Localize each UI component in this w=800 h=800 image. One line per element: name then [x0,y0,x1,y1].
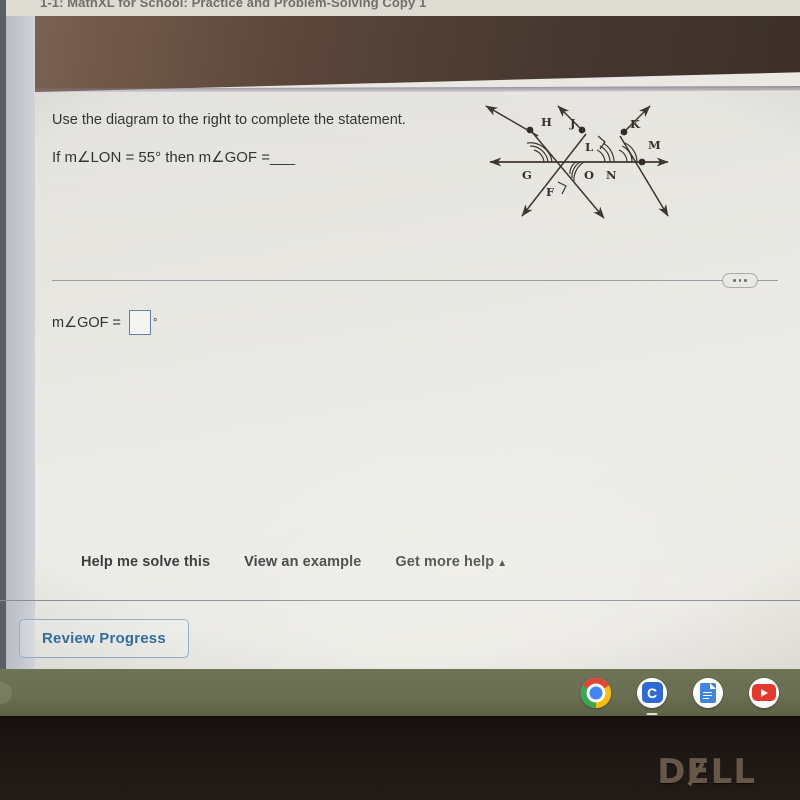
browser-tab-title[interactable]: 1-1: MathXL for School: Practice and Pro… [40,0,426,10]
photo-vignette [35,92,800,669]
caret-up-icon: ▲ [497,558,508,569]
svg-text:O: O [584,168,594,182]
screen-glare-band [35,16,800,92]
chrome-icon[interactable] [581,677,611,708]
answer-angle-name: GOF [77,314,109,331]
help-me-solve-this-link[interactable]: Help me solve this [81,554,210,570]
svg-text:L: L [585,140,593,154]
google-docs-icon[interactable] [693,677,723,708]
view-an-example-link[interactable]: View an example [244,554,361,570]
svg-text:M: M [648,138,661,152]
youtube-play-shape [752,684,776,701]
help-links-row: Help me solve this View an example Get m… [35,554,800,570]
chromeos-shelf: C [0,669,800,716]
dell-letter-d: D [657,752,687,792]
ellipsis-dot-3 [744,279,747,282]
ask-equals: = [261,149,271,166]
svg-text:K: K [630,117,641,131]
chrome-blue-center [589,686,603,699]
browser-page: 1-1: MathXL for School: Practice and Pro… [0,0,800,669]
canvas-icon[interactable]: C [637,677,667,715]
answer-blank: ___ [270,149,296,166]
answer-row: m ∠ GOF = ° [52,310,157,335]
get-more-help-button[interactable]: Get more help ▲ [395,554,507,570]
given-prefix: If m [52,149,77,166]
more-options-button[interactable] [722,273,758,288]
given-value: = 55 [125,149,156,166]
photo-of-chromebook-screen: 1-1: MathXL for School: Practice and Pro… [0,0,800,800]
screen-moire-overlay [35,92,800,669]
angle-symbol-1: ∠ [77,149,91,166]
exercise-panel: Use the diagram to the right to complete… [0,92,800,669]
canvas-open-indicator [646,712,658,715]
given-then: then m [161,149,212,166]
ellipsis-dot-2 [738,279,742,282]
review-progress-button[interactable]: Review Progress [19,619,189,658]
ellipsis-dot-1 [733,279,736,282]
answer-equals: = [112,314,121,331]
svg-text:G: G [522,168,532,182]
help-link-label-1: View an example [244,554,362,570]
section-divider [52,280,778,281]
footer-divider [0,600,800,602]
right-angle-marks [557,135,606,195]
dell-letters-ll: LL [710,752,756,792]
docs-page-shape [700,682,716,703]
page-left-rail [6,16,35,669]
given-angle-name: LON [90,149,122,166]
shelf-launcher-button[interactable] [0,682,12,704]
browser-tab-strip: 1-1: MathXL for School: Practice and Pro… [0,0,800,16]
svg-text:F: F [546,185,555,199]
geometry-diagram: H J K L M G O N F [472,100,682,220]
svg-text:H: H [541,115,552,129]
chromebook-screen: 1-1: MathXL for School: Practice and Pro… [0,0,800,716]
dell-brand-logo: DELL [657,752,756,792]
svg-text:N: N [606,168,617,182]
exercise-instruction: Use the diagram to the right to complete… [52,112,406,128]
help-link-label-0: Help me solve this [81,554,211,570]
geometry-diagram-svg: H J K L M G O N F [485,105,669,219]
exercise-given-statement: If m∠LON = 55° then m∠GOF =___ [52,148,295,166]
answer-degree-symbol: ° [152,316,158,329]
dell-letter-e: E [686,752,711,792]
canvas-letter: C [641,682,663,703]
help-link-label-2: Get more help [395,554,495,570]
svg-text:J: J [569,116,575,130]
youtube-icon[interactable] [749,677,779,708]
ask-angle-name: GOF [224,149,258,166]
answer-angle-symbol: ∠ [64,314,78,331]
answer-prefix: m [52,314,65,331]
angle-symbol-2: ∠ [211,149,225,166]
answer-input[interactable] [128,310,151,335]
